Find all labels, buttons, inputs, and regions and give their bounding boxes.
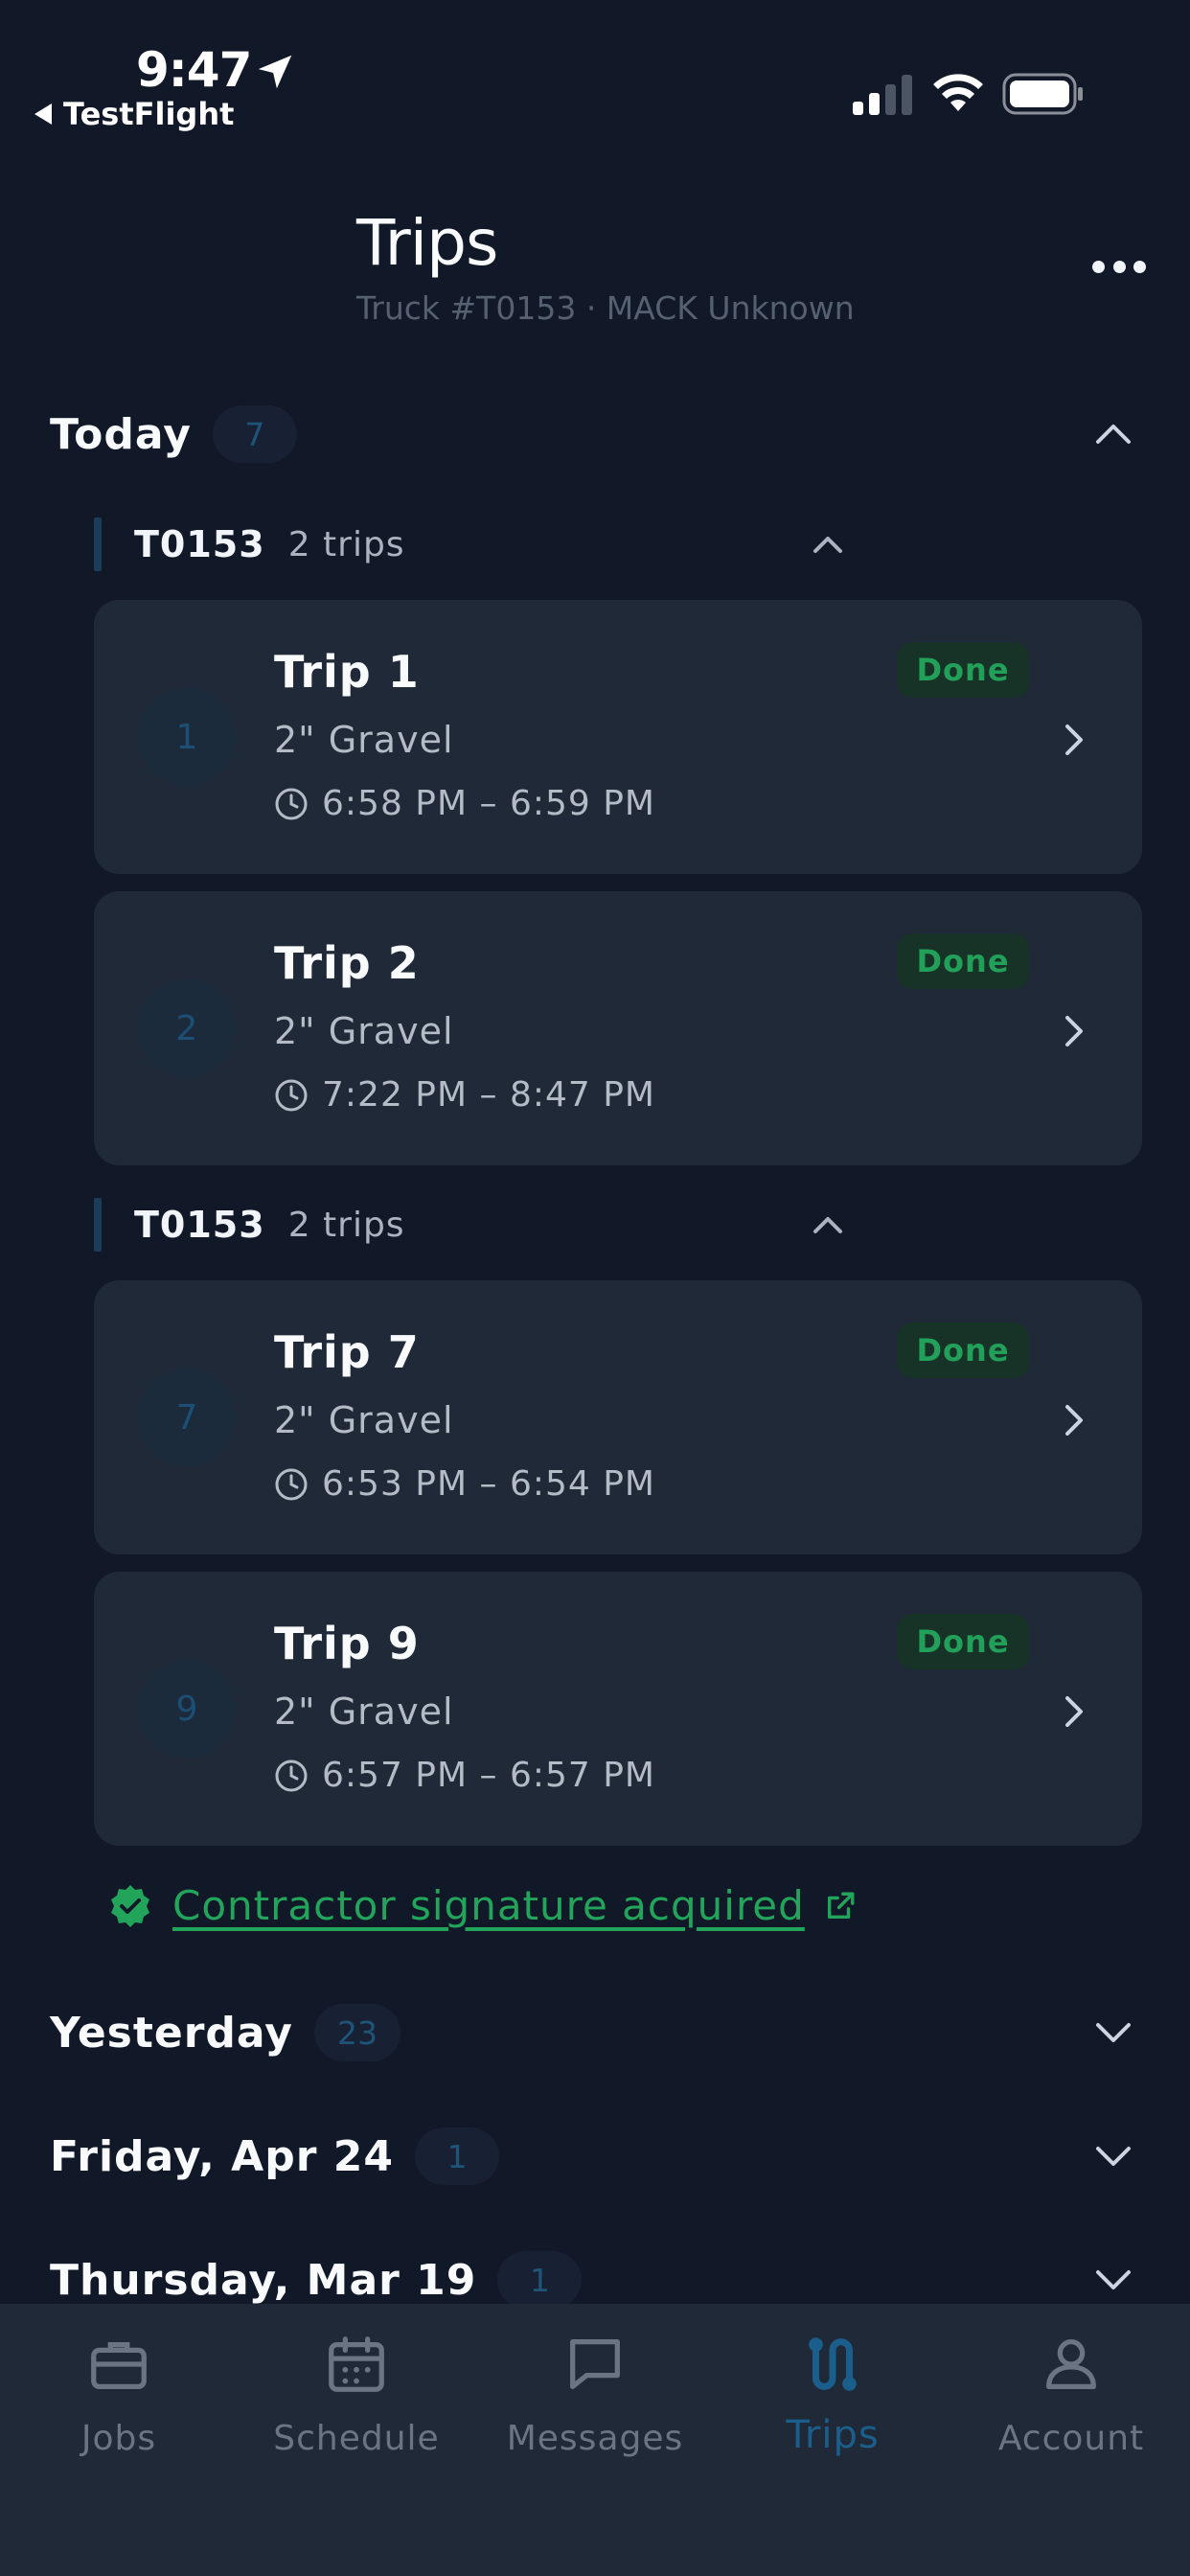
tab-account[interactable]: Account <box>952 2304 1190 2496</box>
clock-icon <box>275 1079 308 1111</box>
bottom-tab-bar: Jobs Schedule Messages Trips Account <box>0 2304 1190 2576</box>
trip-time-row: 7:22 PM – 8:47 PM <box>274 1075 655 1115</box>
trip-title: Trip 1 <box>274 646 420 698</box>
user-icon <box>1046 2339 1096 2389</box>
route-icon <box>809 2337 857 2391</box>
trip-card[interactable]: 1 Trip 1 2" Gravel 6:58 PM – 6:59 PM Don… <box>94 600 1142 874</box>
group-truck-name: T0153 <box>134 1204 265 1246</box>
truck-subtitle: Truck #T0153 · MACK Unknown <box>356 289 855 327</box>
trip-time-range: 6:53 PM – 6:54 PM <box>322 1464 655 1504</box>
status-badge: Done <box>897 1322 1029 1378</box>
briefcase-icon <box>91 2341 147 2389</box>
tab-jobs[interactable]: Jobs <box>0 2304 238 2496</box>
trip-number-circle: 2 <box>138 979 236 1077</box>
more-dot-icon <box>1092 260 1105 273</box>
section-count-badge: 1 <box>497 2251 583 2309</box>
tab-label: Messages <box>506 2419 684 2458</box>
trip-title: Trip 9 <box>274 1618 420 1669</box>
status-badge: Done <box>897 933 1029 989</box>
clock-icon <box>275 1760 308 1791</box>
tab-messages[interactable]: Messages <box>476 2304 714 2496</box>
more-options-button[interactable] <box>1092 257 1146 276</box>
chevron-right-icon <box>1065 724 1083 755</box>
trip-card[interactable]: 7 Trip 7 2" Gravel 6:53 PM – 6:54 PM Don… <box>94 1280 1142 1554</box>
back-to-app-link[interactable]: TestFlight <box>34 96 234 132</box>
trip-time-row: 6:53 PM – 6:54 PM <box>274 1464 655 1504</box>
chevron-down-icon <box>1096 2270 1131 2289</box>
status-time: 9:47 <box>136 42 252 98</box>
group-trip-count: 2 trips <box>287 1205 405 1245</box>
chevron-down-icon <box>1096 2147 1131 2166</box>
trip-material: 2" Gravel <box>274 1690 454 1733</box>
tab-label: Trips <box>786 2413 880 2457</box>
contractor-signature-link[interactable]: Contractor signature acquired <box>172 1882 805 1929</box>
section-count-badge: 23 <box>313 2004 400 2061</box>
message-icon <box>570 2339 620 2389</box>
battery-icon <box>1002 73 1083 115</box>
group-trip-count: 2 trips <box>287 524 405 564</box>
wifi-icon <box>933 74 983 111</box>
more-dot-icon <box>1133 260 1146 273</box>
location-arrow-icon <box>258 55 292 89</box>
trip-number-circle: 1 <box>138 688 236 786</box>
chevron-down-icon <box>1096 2023 1131 2042</box>
clock-icon <box>275 1468 308 1500</box>
chevron-up-icon[interactable] <box>812 532 844 557</box>
trip-time-range: 6:58 PM – 6:59 PM <box>322 784 655 823</box>
calendar-icon <box>329 2336 384 2392</box>
section-count-badge: 7 <box>212 405 297 463</box>
chevron-right-icon <box>1065 1696 1083 1727</box>
trip-material: 2" Gravel <box>274 1010 454 1052</box>
verified-check-icon <box>111 1884 149 1927</box>
trip-title: Trip 7 <box>274 1326 420 1378</box>
trip-title: Trip 2 <box>274 937 420 989</box>
tab-trips[interactable]: Trips <box>714 2304 951 2496</box>
section-label: Today <box>50 409 192 459</box>
group-truck-name: T0153 <box>134 523 265 565</box>
cellular-signal-icon <box>853 75 912 115</box>
trip-card[interactable]: 2 Trip 2 2" Gravel 7:22 PM – 8:47 PM Don… <box>94 891 1142 1165</box>
page-title: Trips <box>356 206 498 280</box>
trip-time-row: 6:57 PM – 6:57 PM <box>274 1756 655 1795</box>
contractor-signature-row[interactable]: Contractor signature acquired <box>107 1882 857 1929</box>
clock-icon <box>275 788 308 819</box>
trip-number-circle: 9 <box>138 1660 236 1758</box>
tab-label: Jobs <box>80 2419 157 2458</box>
back-app-label: TestFlight <box>63 96 235 132</box>
group-accent-bar <box>94 518 102 571</box>
tab-label: Account <box>997 2419 1145 2458</box>
section-header-yesterday[interactable]: Yesterday 23 <box>50 1999 1142 2066</box>
tab-label: Schedule <box>273 2419 440 2458</box>
section-header-friday-apr-24[interactable]: Friday, Apr 24 1 <box>50 2123 1142 2190</box>
trip-number-circle: 7 <box>138 1368 236 1466</box>
trip-card[interactable]: 9 Trip 9 2" Gravel 6:57 PM – 6:57 PM Don… <box>94 1572 1142 1846</box>
chevron-up-icon <box>1096 425 1131 444</box>
section-header-today[interactable]: Today 7 <box>50 401 1142 468</box>
trip-material: 2" Gravel <box>274 1399 454 1441</box>
truck-group-header[interactable]: T0153 2 trips <box>94 518 860 571</box>
trip-material: 2" Gravel <box>274 719 454 761</box>
trip-time-row: 6:58 PM – 6:59 PM <box>274 784 655 823</box>
truck-group-header[interactable]: T0153 2 trips <box>94 1198 860 1252</box>
status-badge: Done <box>897 642 1029 698</box>
external-link-icon <box>827 1892 855 1919</box>
more-dot-icon <box>1112 260 1126 273</box>
chevron-right-icon <box>1065 1405 1083 1436</box>
group-accent-bar <box>94 1198 102 1252</box>
chevron-right-icon <box>1065 1016 1083 1046</box>
back-triangle-icon <box>34 104 52 125</box>
section-label: Thursday, Mar 19 <box>50 2255 477 2305</box>
chevron-up-icon[interactable] <box>812 1212 844 1237</box>
section-count-badge: 1 <box>414 2128 499 2185</box>
trip-time-range: 6:57 PM – 6:57 PM <box>322 1756 655 1795</box>
section-label: Friday, Apr 24 <box>50 2131 394 2181</box>
tab-schedule[interactable]: Schedule <box>238 2304 475 2496</box>
status-badge: Done <box>897 1614 1029 1669</box>
trip-time-range: 7:22 PM – 8:47 PM <box>322 1075 655 1115</box>
section-label: Yesterday <box>50 2008 293 2058</box>
